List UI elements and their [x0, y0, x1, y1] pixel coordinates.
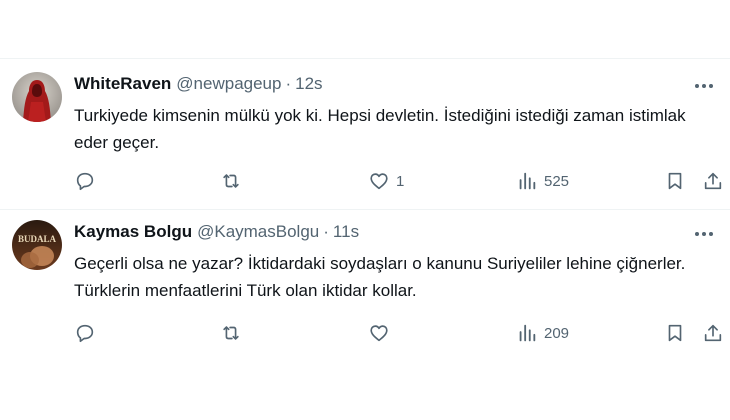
action-bar: 209: [74, 320, 724, 346]
heart-icon: [370, 173, 388, 190]
tweet-header: WhiteRaven @newpageup · 12s: [74, 72, 323, 96]
retweet-button[interactable]: [220, 320, 248, 346]
avatar[interactable]: [12, 72, 62, 122]
bar-chart-icon: [519, 172, 536, 190]
tweet[interactable]: WhiteRaven @newpageup · 12s Turkiyede ki…: [0, 62, 730, 208]
separator-dot: ·: [285, 74, 292, 93]
timestamp[interactable]: 11s: [333, 222, 359, 242]
movie-poster-avatar-icon: BUDALA: [12, 220, 62, 270]
display-name[interactable]: WhiteRaven: [74, 74, 171, 94]
reply-button[interactable]: [74, 320, 102, 346]
tweet-header: Kaymas Bolgu @KaymasBolgu · 11s: [74, 220, 359, 244]
share-button[interactable]: [702, 168, 724, 194]
view-count: 209: [544, 324, 570, 342]
bookmark-icon: [668, 324, 682, 342]
tweet-text: Turkiyede kimsenin mülkü yok ki. Hepsi d…: [74, 106, 686, 152]
heart-icon: [370, 325, 388, 342]
more-options-button[interactable]: [692, 76, 716, 96]
reply-icon: [76, 172, 94, 191]
top-divider: [0, 58, 730, 59]
reply-icon: [76, 324, 94, 343]
retweet-icon: [223, 174, 239, 188]
views-button[interactable]: 525: [516, 168, 569, 194]
views-button[interactable]: 209: [516, 320, 569, 346]
share-icon: [704, 324, 722, 342]
like-button[interactable]: 1: [368, 168, 404, 194]
bookmark-icon: [668, 172, 682, 190]
reply-button[interactable]: [74, 168, 102, 194]
more-horizontal-icon: [695, 84, 713, 88]
action-bar: 1 525: [74, 168, 724, 194]
share-button[interactable]: [702, 320, 724, 346]
like-count: 1: [396, 172, 405, 190]
view-count: 525: [544, 172, 570, 190]
more-horizontal-icon: [695, 232, 713, 236]
retweet-icon: [223, 326, 239, 340]
like-button[interactable]: [368, 320, 396, 346]
avatar-poster-title: BUDALA: [18, 234, 57, 244]
bookmark-button[interactable]: [664, 320, 686, 346]
separator-dot: ·: [323, 222, 329, 241]
red-hooded-figure-avatar-icon: [12, 72, 62, 122]
share-icon: [704, 172, 722, 190]
tweet-text: Geçerli olsa ne yazar? İktidardaki soyda…: [74, 254, 686, 300]
bar-chart-icon: [519, 324, 536, 342]
tweet[interactable]: BUDALA Kaymas Bolgu @KaymasBolgu · 11s G…: [0, 210, 730, 370]
retweet-button[interactable]: [220, 168, 248, 194]
more-options-button[interactable]: [692, 224, 716, 244]
bookmark-button[interactable]: [664, 168, 686, 194]
avatar[interactable]: BUDALA: [12, 220, 62, 270]
display-name[interactable]: Kaymas Bolgu: [74, 222, 192, 242]
user-handle[interactable]: @KaymasBolgu: [197, 222, 319, 242]
timestamp[interactable]: 12s: [295, 74, 322, 94]
user-handle[interactable]: @newpageup: [176, 74, 281, 94]
